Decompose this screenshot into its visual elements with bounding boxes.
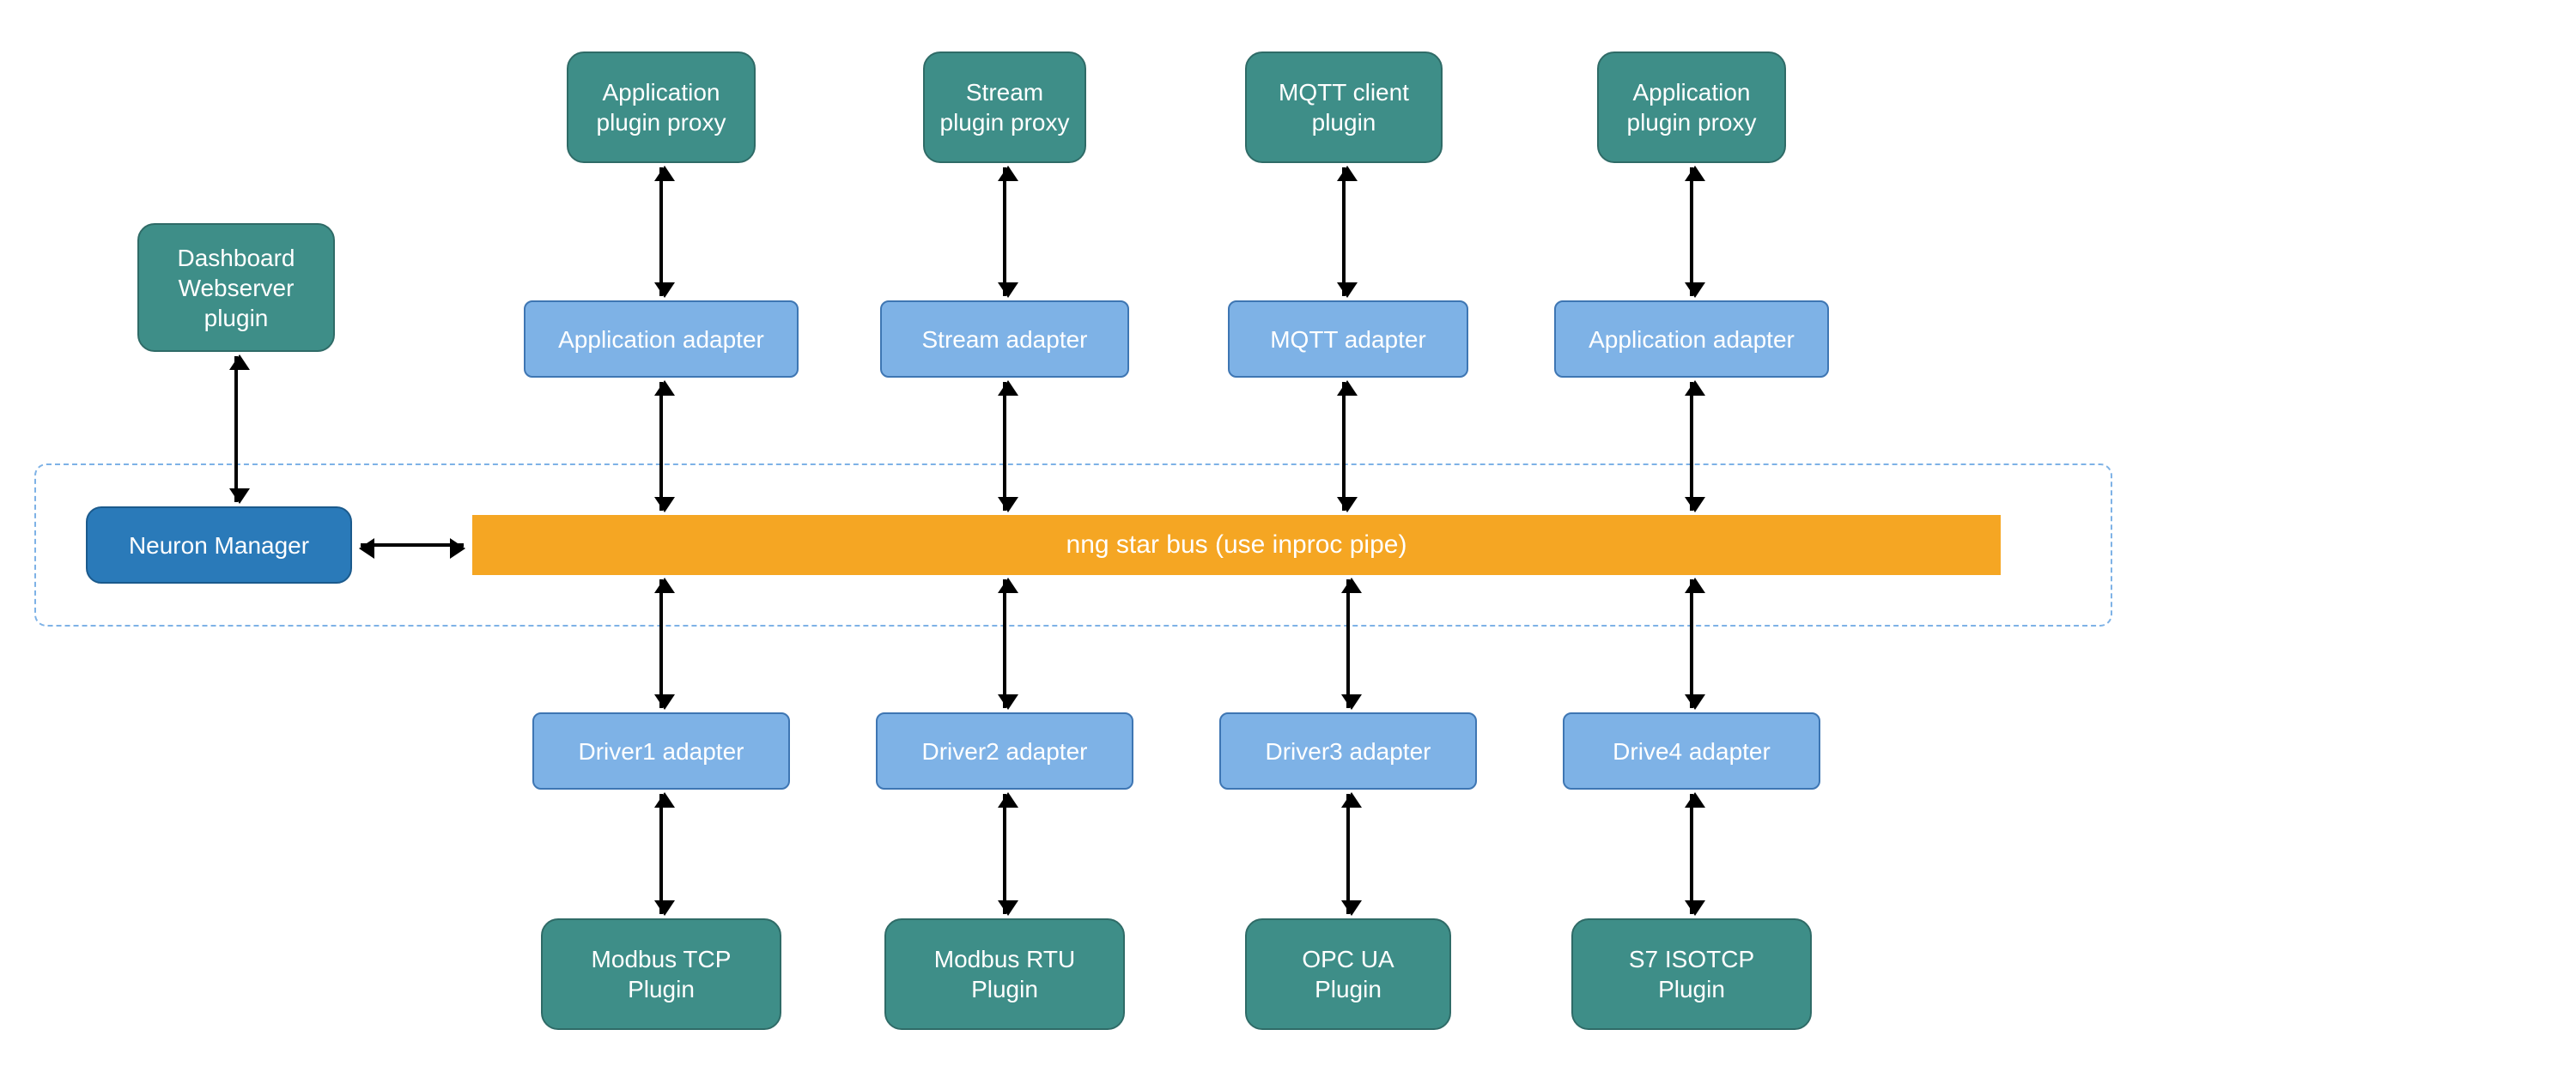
neuron-manager: Neuron Manager <box>86 506 352 584</box>
top-plugin-1: Application plugin proxy <box>567 51 756 163</box>
top-plugin-2: Stream plugin proxy <box>923 51 1086 163</box>
arrow-top-plugin-adapter-3 <box>1342 167 1346 296</box>
arrow-manager-bus <box>361 543 464 547</box>
arrow-bottom-adapter-plugin-1 <box>659 794 663 914</box>
architecture-diagram: Dashboard Webserver plugin Neuron Manage… <box>0 0 2576 1066</box>
top-plugin-3: MQTT client plugin <box>1245 51 1443 163</box>
arrow-bottom-adapter-plugin-4 <box>1690 794 1693 914</box>
arrow-bottom-adapter-plugin-2 <box>1003 794 1006 914</box>
arrow-top-plugin-adapter-4 <box>1690 167 1693 296</box>
arrow-bus-bottom-adapter-2 <box>1003 579 1006 708</box>
arrow-bottom-adapter-plugin-3 <box>1346 794 1350 914</box>
bottom-adapter-3: Driver3 adapter <box>1219 712 1477 790</box>
top-adapter-4: Application adapter <box>1554 300 1829 378</box>
arrow-bus-bottom-adapter-3 <box>1346 579 1350 708</box>
top-adapter-2: Stream adapter <box>880 300 1129 378</box>
top-plugin-4: Application plugin proxy <box>1597 51 1786 163</box>
arrow-top-plugin-adapter-1 <box>659 167 663 296</box>
bottom-adapter-1: Driver1 adapter <box>532 712 790 790</box>
nng-star-bus: nng star bus (use inproc pipe) <box>472 515 2001 575</box>
top-adapter-3: MQTT adapter <box>1228 300 1468 378</box>
arrow-top-adapter-bus-2 <box>1003 382 1006 511</box>
dashboard-webserver-plugin: Dashboard Webserver plugin <box>137 223 335 352</box>
arrow-dashboard-manager <box>234 356 238 502</box>
bottom-adapter-4: Drive4 adapter <box>1563 712 1820 790</box>
arrow-bus-bottom-adapter-4 <box>1690 579 1693 708</box>
bottom-plugin-2: Modbus RTU Plugin <box>884 918 1125 1030</box>
bottom-plugin-3: OPC UA Plugin <box>1245 918 1451 1030</box>
arrow-top-plugin-adapter-2 <box>1003 167 1006 296</box>
top-adapter-1: Application adapter <box>524 300 799 378</box>
bottom-plugin-4: S7 ISOTCP Plugin <box>1571 918 1812 1030</box>
bottom-adapter-2: Driver2 adapter <box>876 712 1133 790</box>
arrow-top-adapter-bus-1 <box>659 382 663 511</box>
arrow-bus-bottom-adapter-1 <box>659 579 663 708</box>
arrow-top-adapter-bus-4 <box>1690 382 1693 511</box>
bottom-plugin-1: Modbus TCP Plugin <box>541 918 781 1030</box>
arrow-top-adapter-bus-3 <box>1342 382 1346 511</box>
